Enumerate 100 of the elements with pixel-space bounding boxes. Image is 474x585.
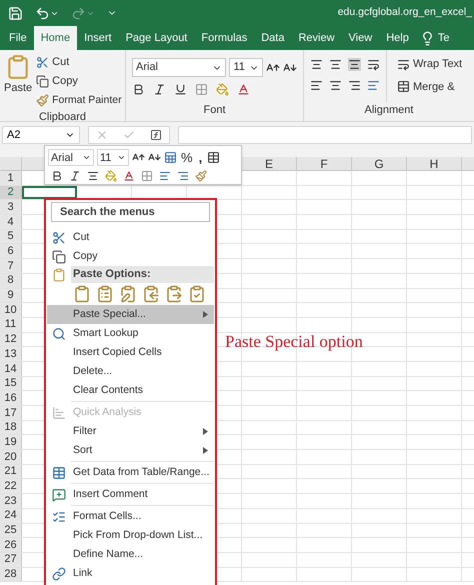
ribbon-tab[interactable]: Page Layout (118, 26, 194, 50)
menu-item[interactable]: Pick From Drop-down List... (47, 526, 214, 545)
row-header[interactable]: 1 (0, 171, 22, 185)
menu-item[interactable]: Paste Special... (47, 305, 214, 324)
borders-icon[interactable] (141, 170, 153, 182)
paintbrush-icon[interactable] (36, 94, 50, 107)
menu-item[interactable]: Insert Copied Cells (47, 343, 214, 362)
row-header[interactable]: 28 (0, 568, 22, 582)
menu-item[interactable]: Insert Comment (47, 485, 214, 504)
clipboard-copy-icon[interactable] (142, 285, 160, 303)
row-header[interactable]: 20 (0, 450, 22, 464)
borders-icon[interactable] (195, 83, 208, 96)
search-field[interactable]: Search the menus (51, 202, 210, 222)
row-header[interactable]: 14 (0, 362, 22, 376)
row-header[interactable]: 4 (0, 215, 22, 229)
row-header[interactable]: 5 (0, 230, 22, 244)
menu-item[interactable]: Smart Lookup (47, 324, 214, 343)
ribbon-tab[interactable]: Review (291, 26, 342, 50)
bold-icon[interactable] (132, 83, 145, 96)
column-header[interactable]: F (297, 157, 352, 170)
row-header[interactable]: 23 (0, 494, 22, 508)
menu-item[interactable]: Link (47, 564, 214, 583)
menu-item[interactable]: Filter (47, 422, 214, 441)
row-header[interactable]: 26 (0, 538, 22, 552)
menu-item[interactable]: Get Data from Table/Range... (47, 463, 214, 482)
column-header[interactable]: G (352, 157, 407, 170)
ribbon-tab[interactable]: Formulas (194, 26, 254, 50)
fill-color-icon[interactable] (105, 170, 117, 182)
merge-icon[interactable] (397, 80, 410, 94)
row-header[interactable]: 10 (0, 303, 22, 317)
align-center-icon[interactable] (329, 79, 342, 92)
row-header[interactable]: 11 (0, 318, 22, 332)
clipboard-icon[interactable] (73, 285, 91, 303)
row-header[interactable]: 12 (0, 332, 22, 346)
name-box[interactable]: A2 (2, 126, 80, 144)
copy-icon[interactable] (36, 75, 50, 88)
row-header[interactable]: 25 (0, 524, 22, 538)
ribbon-tab[interactable]: Home (34, 26, 78, 50)
scissors-icon[interactable] (36, 56, 50, 69)
comma-button[interactable]: , (196, 148, 204, 168)
formula-field[interactable] (178, 126, 472, 144)
undo-icon[interactable] (35, 6, 50, 20)
row-header[interactable]: 24 (0, 508, 22, 522)
row-header[interactable]: 2 (0, 186, 22, 200)
row-header[interactable]: 22 (0, 479, 22, 494)
fill-color-icon[interactable] (216, 83, 229, 96)
menu-item[interactable]: Cut (47, 228, 214, 247)
row-header[interactable]: 18 (0, 420, 22, 434)
menu-item[interactable]: Define Name... (47, 545, 214, 564)
row-header[interactable]: 16 (0, 391, 22, 405)
format-painter-icon[interactable] (195, 170, 207, 182)
font-color-icon[interactable] (123, 170, 135, 182)
ribbon-tab[interactable]: Data (254, 26, 292, 50)
align-center-icon[interactable] (87, 170, 99, 182)
row-header[interactable]: 17 (0, 406, 22, 420)
cut-button[interactable]: Cut (36, 54, 122, 71)
font-name-field[interactable]: Arial (132, 58, 226, 77)
font-size-field[interactable]: 11 (97, 149, 129, 166)
bold-icon[interactable] (51, 170, 63, 182)
row-header[interactable]: 9 (0, 288, 22, 302)
function-icon[interactable] (150, 129, 162, 141)
wrap-text-button[interactable]: Wrap Text (397, 56, 462, 72)
paste-button[interactable]: Paste (4, 54, 32, 109)
italic-icon[interactable] (153, 83, 166, 96)
row-header[interactable]: 8 (0, 274, 22, 288)
font-size-field[interactable]: 11 (229, 58, 263, 77)
clipboard-check-icon[interactable] (188, 285, 206, 303)
italic-icon[interactable] (69, 170, 81, 182)
copy-button[interactable]: Copy (36, 73, 122, 90)
underline-icon[interactable] (174, 83, 187, 96)
ribbon-tab[interactable]: Help (379, 26, 416, 50)
save-icon[interactable] (8, 6, 23, 20)
wrap-text-icon[interactable] (397, 58, 410, 71)
percent-button[interactable]: % (180, 148, 194, 168)
clipboard-paste-icon[interactable] (165, 285, 183, 303)
ribbon-tab[interactable]: File (2, 26, 34, 50)
row-header[interactable]: 21 (0, 464, 22, 478)
format-painter-button[interactable]: Format Painter (36, 92, 122, 109)
ribbon-tab[interactable]: Insert (77, 26, 119, 50)
menu-item[interactable]: Delete... (47, 362, 214, 381)
menu-item[interactable]: Clear Contents (47, 381, 214, 400)
menu-item[interactable]: Sort (47, 441, 214, 460)
row-header[interactable]: 6 (0, 244, 22, 258)
column-header[interactable]: H (407, 157, 462, 170)
merge-button[interactable]: Merge & (397, 78, 462, 95)
ribbon-tab[interactable]: View (342, 26, 380, 50)
clipboard-list-icon[interactable] (96, 285, 114, 303)
row-header[interactable]: 3 (0, 200, 22, 214)
row-header[interactable]: 19 (0, 435, 22, 450)
row-header[interactable]: 13 (0, 347, 22, 361)
font-color-icon[interactable] (237, 83, 250, 96)
table-icon[interactable] (207, 151, 220, 164)
align-right-icon[interactable] (348, 79, 361, 92)
font-name-field[interactable]: Arial (48, 149, 94, 166)
row-header[interactable]: 15 (0, 376, 22, 390)
row-header[interactable]: 27 (0, 552, 22, 567)
row-header[interactable]: 7 (0, 259, 22, 273)
menu-item[interactable]: Copy (47, 247, 214, 266)
align-left-icon[interactable] (310, 79, 323, 92)
tell-me-field[interactable]: Te (438, 30, 450, 46)
